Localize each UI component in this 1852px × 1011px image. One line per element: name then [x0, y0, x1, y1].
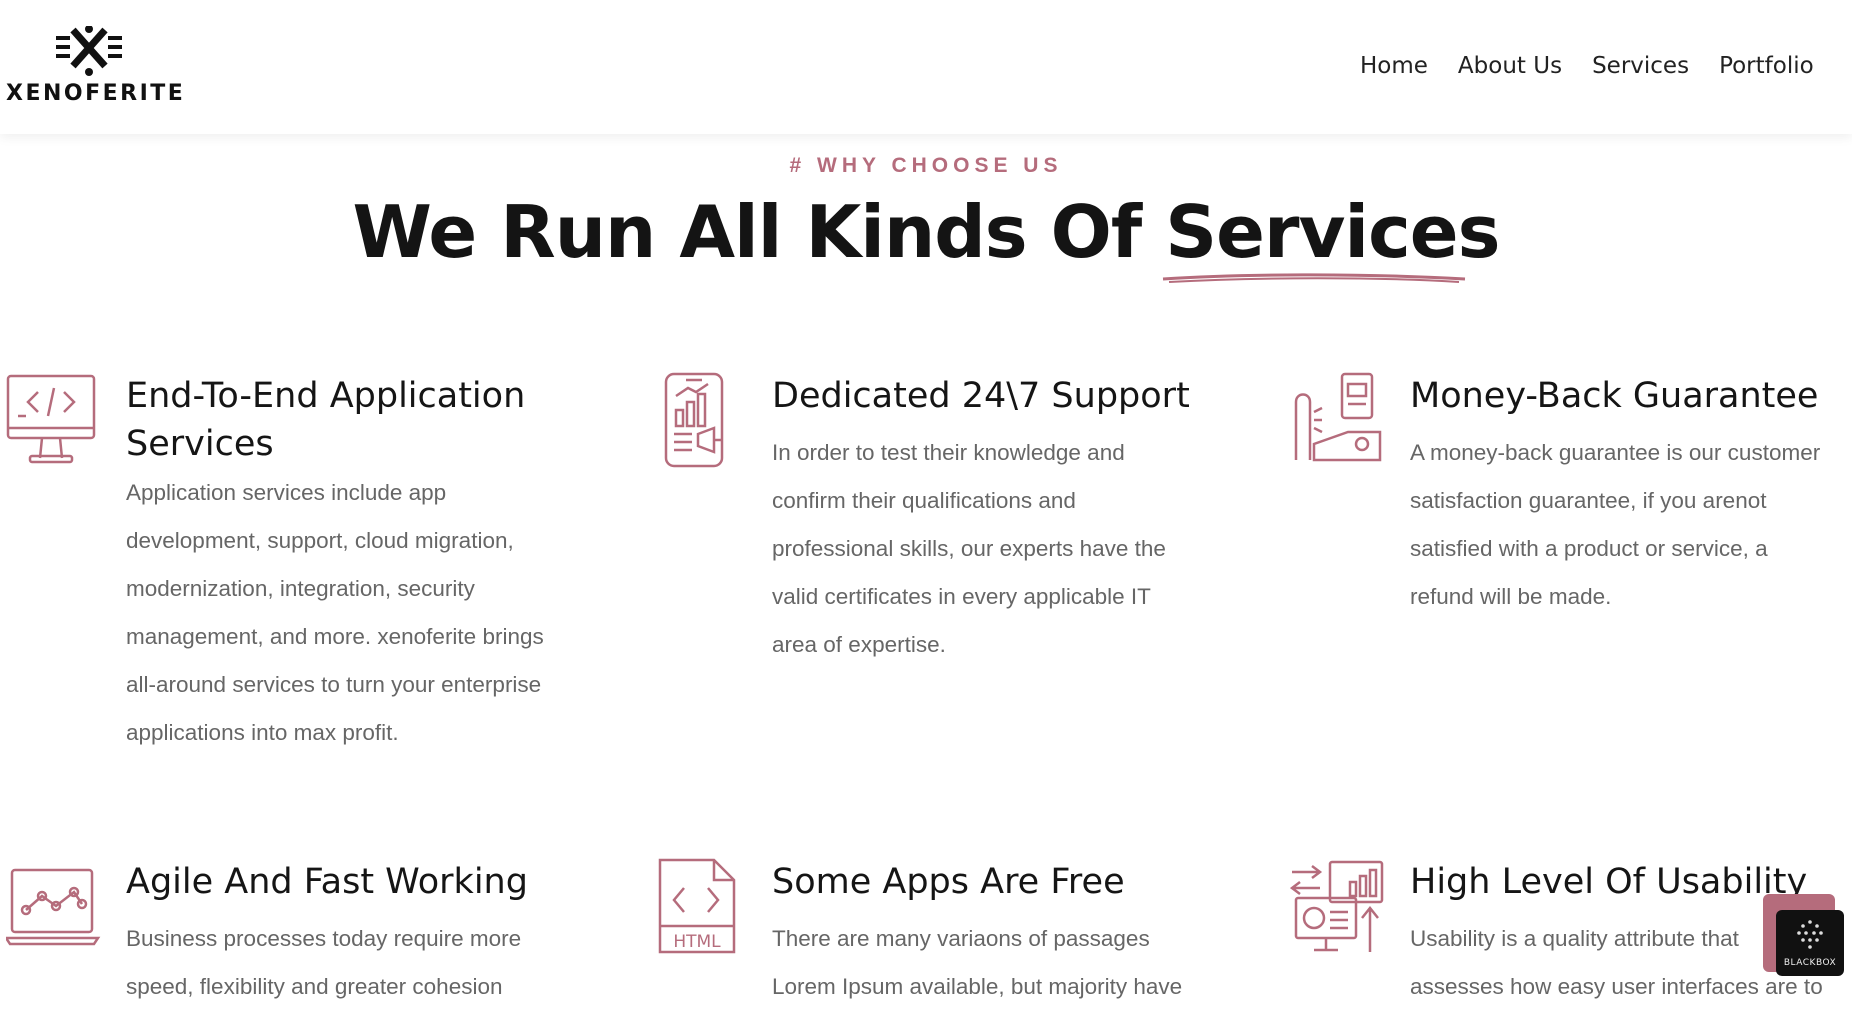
- brand-name: XENOFERITE: [6, 81, 186, 106]
- nav-about-us[interactable]: About Us: [1458, 48, 1562, 84]
- desc-line: area of expertise.: [772, 632, 946, 657]
- nav-services[interactable]: Services: [1592, 48, 1689, 84]
- svg-text:HTML: HTML: [673, 932, 721, 952]
- logo-mark-icon: [56, 26, 122, 76]
- brand-logo[interactable]: XENOFERITE: [6, 26, 183, 110]
- card-title-line: Services: [126, 424, 274, 464]
- card-title: End-To-End Application Services: [126, 372, 566, 468]
- site-header: XENOFERITE Home About Us Services Portfo…: [0, 0, 1852, 134]
- card-description: In order to test their knowledge and con…: [772, 429, 1242, 669]
- desc-line: There are many variaons of passages: [772, 926, 1150, 951]
- nav-portfolio[interactable]: Portfolio: [1719, 48, 1814, 84]
- card-description: Application services include app develop…: [126, 469, 596, 757]
- card-description: Business processes today require more sp…: [126, 915, 596, 1011]
- desc-line: Business processes today require more: [126, 926, 522, 951]
- desc-line: modernization, integration, security: [126, 576, 475, 601]
- card-title: Some Apps Are Free: [772, 862, 1125, 902]
- desc-line: In order to test their knowledge and: [772, 440, 1125, 465]
- money-back-icon: [1294, 372, 1382, 462]
- blackbox-widget[interactable]: BLACKBOX: [1776, 910, 1844, 976]
- section-headline: We Run All Kinds Of Services: [0, 190, 1852, 283]
- desc-line: professional skills, our experts have th…: [772, 536, 1166, 561]
- desc-line: development, support, cloud migration,: [126, 528, 514, 553]
- desc-line: refund will be made.: [1410, 584, 1612, 609]
- desc-line: management, and more. xenoferite brings: [126, 624, 544, 649]
- nav-home[interactable]: Home: [1360, 48, 1428, 84]
- desc-line: A money-back guarantee is our customer: [1410, 440, 1821, 465]
- html-file-icon: HTML: [658, 858, 736, 954]
- desc-line: satisfaction guarantee, if you arenot: [1410, 488, 1767, 513]
- card-description: A money-back guarantee is our customer s…: [1410, 429, 1852, 621]
- desc-line: all-around services to turn your enterpr…: [126, 672, 542, 697]
- blackbox-label: BLACKBOX: [1783, 958, 1837, 968]
- headline-accent: Services: [1163, 190, 1500, 283]
- card-title: Agile And Fast Working: [126, 862, 528, 902]
- code-monitor-icon: [6, 374, 96, 464]
- desc-line: satisfied with a product or service, a: [1410, 536, 1768, 561]
- card-description: There are many variaons of passages Lore…: [772, 915, 1242, 1011]
- section-eyebrow: # WHY CHOOSE US: [789, 154, 1063, 177]
- card-title: Dedicated 24\7 Support: [772, 376, 1190, 416]
- desc-line: confirm their qualifications and: [772, 488, 1076, 513]
- card-title: Money-Back Guarantee: [1410, 376, 1819, 416]
- desc-line: valid certificates in every applicable I…: [772, 584, 1151, 609]
- blackbox-logo-icon: [1797, 920, 1823, 949]
- main-nav: Home About Us Services Portfolio: [1360, 48, 1844, 84]
- usability-dashboard-icon: [1290, 860, 1384, 952]
- desc-line: applications into max profit.: [126, 720, 399, 745]
- analytics-monitor-icon: [6, 868, 101, 946]
- desc-line: speed, flexibility and greater cohesion: [126, 974, 503, 999]
- headline-prefix: We Run All Kinds Of: [352, 190, 1166, 274]
- mobile-marketing-icon: [664, 372, 724, 468]
- desc-line: Application services include app: [126, 480, 447, 505]
- desc-line: Lorem Ipsum available, but majority have: [772, 974, 1183, 999]
- headline-accent-text: Services: [1165, 190, 1500, 274]
- card-title-line: End-To-End Application: [126, 376, 526, 416]
- brush-underline-icon: [1163, 273, 1466, 283]
